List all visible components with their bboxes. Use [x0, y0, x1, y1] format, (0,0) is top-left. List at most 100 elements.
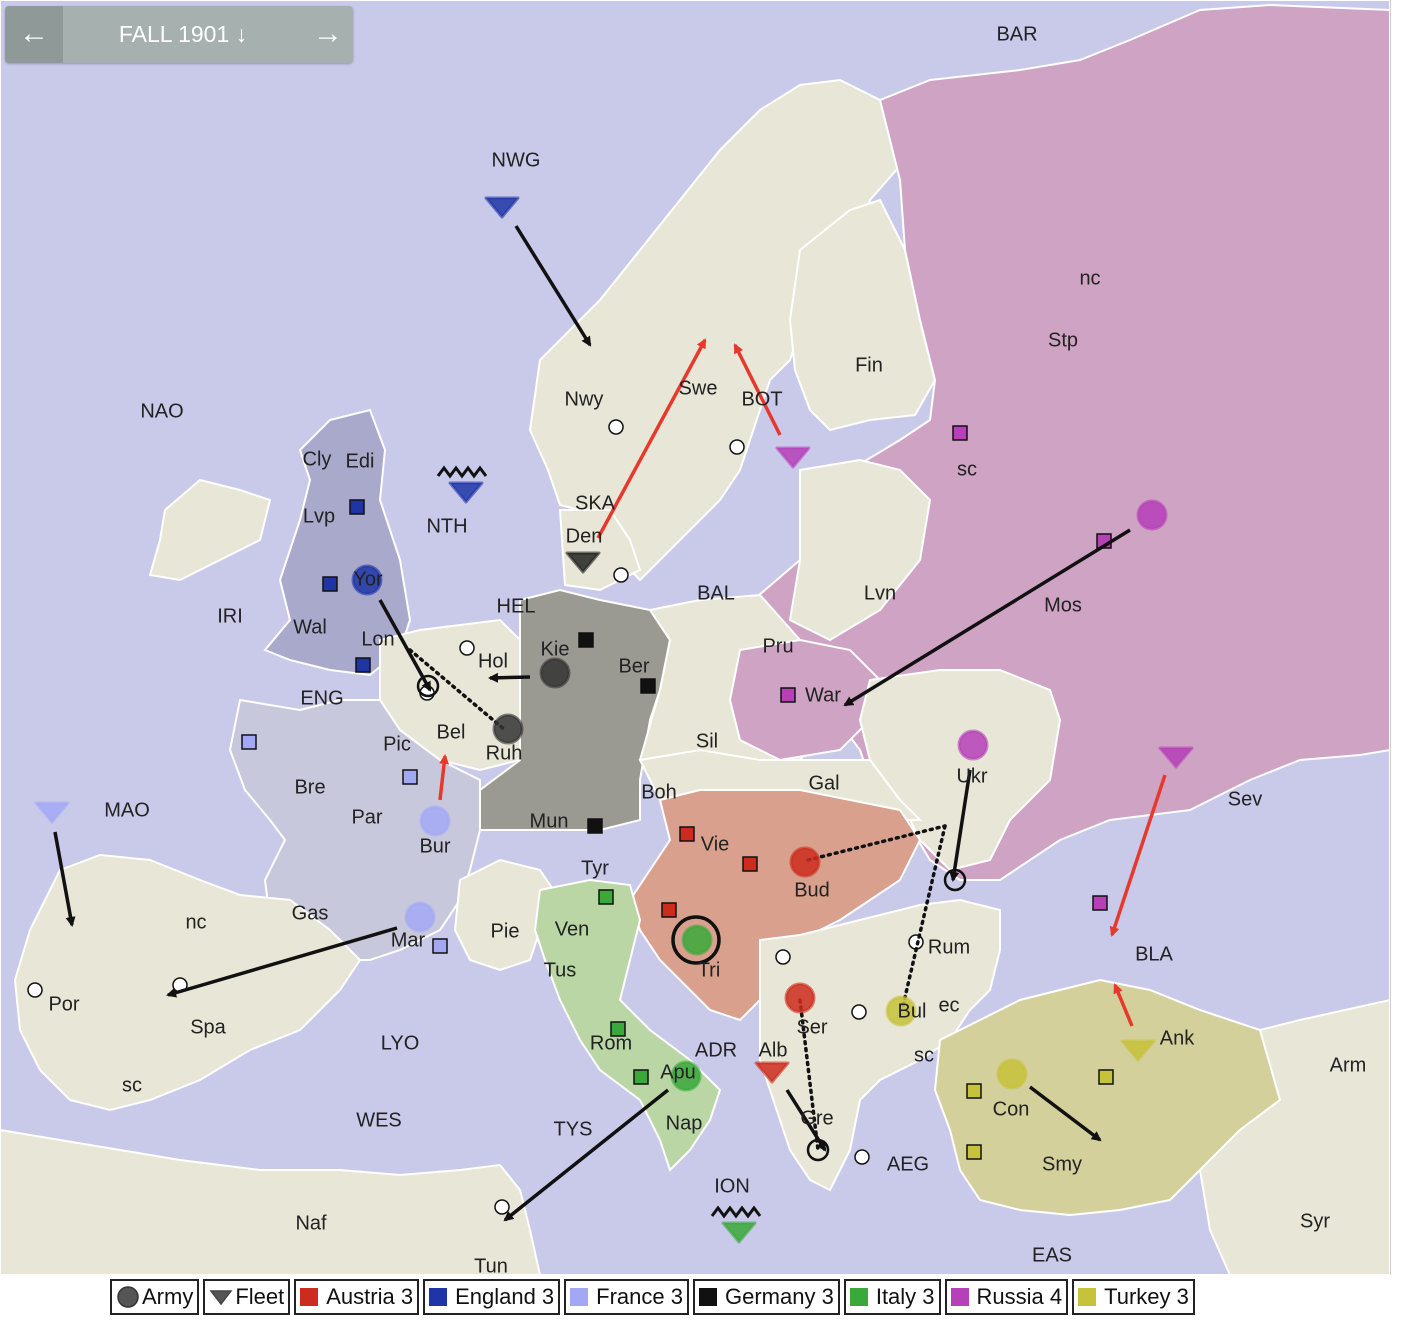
season-selector[interactable]: FALL 1901 ↓ [63, 6, 303, 63]
province-label[interactable]: Por [48, 993, 79, 1015]
province-label[interactable]: Bre [294, 776, 325, 798]
province-label[interactable]: Fin [855, 354, 883, 376]
province-label[interactable]: Lvp [303, 505, 335, 527]
army-icon [492, 713, 524, 745]
province-label[interactable]: Alb [759, 1039, 788, 1061]
province-label[interactable]: Pie [491, 920, 520, 942]
legend-swatch [950, 1288, 969, 1306]
province-label[interactable]: Boh [641, 781, 677, 803]
province-label[interactable]: Rum [928, 936, 970, 958]
province-label[interactable]: Ruh [486, 742, 523, 764]
province-label[interactable]: Wal [293, 616, 327, 638]
province-label[interactable]: BAL [697, 582, 735, 604]
province-label[interactable]: Ven [555, 918, 589, 940]
province-label[interactable]: NTH [426, 515, 467, 537]
province-label[interactable]: ADR [695, 1039, 737, 1061]
province-label[interactable]: EAS [1032, 1244, 1072, 1266]
province-label[interactable]: Tyr [581, 857, 609, 879]
prev-turn-button[interactable]: ← [5, 6, 63, 63]
province-label[interactable]: nc [1079, 267, 1100, 289]
province-label[interactable]: MAO [104, 799, 150, 821]
province-label[interactable]: Mos [1044, 594, 1082, 616]
legend-label: Germany 3 [725, 1284, 834, 1309]
province-label[interactable]: Kie [541, 638, 570, 660]
legend-label: Fleet [235, 1284, 285, 1309]
province-label[interactable]: Syr [1300, 1210, 1330, 1232]
province-label[interactable]: Bul [898, 1000, 927, 1022]
province-label[interactable]: Nwy [565, 388, 604, 410]
province-label[interactable]: Arm [1330, 1054, 1367, 1076]
province-label[interactable]: Ukr [956, 765, 987, 787]
province-label[interactable]: Bur [419, 835, 450, 857]
province-label[interactable]: Smy [1042, 1153, 1082, 1175]
province-label[interactable]: Spa [190, 1016, 226, 1038]
province-label[interactable]: sc [957, 458, 977, 480]
province-label[interactable]: sc [914, 1044, 934, 1066]
province-label[interactable]: Lon [361, 628, 394, 650]
province-label[interactable]: SKA [575, 492, 616, 514]
supply-center-owned [661, 902, 677, 918]
map-canvas[interactable]: BAR NWG NAO nc Stp Fin Nwy Swe BOT sc Cly Edi NTH SKA… [0, 0, 1390, 1275]
province-label[interactable]: Bud [794, 879, 830, 901]
province-label[interactable]: NAO [140, 400, 183, 422]
province-label[interactable]: Hol [478, 650, 508, 672]
diplomacy-map[interactable]: BAR NWG NAO nc Stp Fin Nwy Swe BOT sc Cly Edi NTH SKA… [0, 0, 1391, 1275]
province-label[interactable]: TYS [554, 1118, 593, 1140]
legend-label: Austria 3 [326, 1284, 414, 1309]
province-label[interactable]: Tun [474, 1255, 508, 1275]
province-label[interactable]: Pru [762, 635, 793, 657]
province-label[interactable]: Pic [383, 733, 411, 755]
province-label[interactable]: ec [938, 994, 959, 1016]
province-label[interactable]: Naf [295, 1212, 327, 1234]
province-label[interactable]: Edi [346, 450, 375, 472]
legend-item-army: Army [110, 1279, 200, 1315]
province-label[interactable]: Vie [701, 833, 730, 855]
province-label[interactable]: Tus [544, 959, 577, 981]
province-label[interactable]: AEG [887, 1153, 929, 1175]
province-label[interactable]: Rom [590, 1032, 632, 1054]
province-label[interactable]: Ber [618, 655, 649, 677]
province-label[interactable]: Con [993, 1098, 1030, 1120]
province-label[interactable]: Mar [391, 929, 426, 951]
legend-item-england: England 3 [423, 1279, 561, 1315]
province-label[interactable]: Par [351, 806, 382, 828]
province-label[interactable]: Ank [1160, 1027, 1195, 1049]
province-label[interactable]: IRI [217, 605, 243, 627]
province-label[interactable]: War [805, 684, 841, 706]
province-label[interactable]: Mun [530, 810, 569, 832]
province-label[interactable]: sc [122, 1074, 142, 1096]
province-label[interactable]: HEL [497, 595, 536, 617]
province-label[interactable]: Nap [666, 1112, 703, 1134]
province-label[interactable]: LYO [381, 1032, 420, 1054]
province-label[interactable]: Stp [1048, 329, 1078, 351]
province-label[interactable]: ENG [300, 687, 343, 709]
province-label[interactable]: WES [356, 1109, 402, 1131]
province-label[interactable]: Swe [679, 377, 718, 399]
supply-center-neutral [729, 439, 745, 455]
province-label[interactable]: Ser [796, 1016, 827, 1038]
province-label[interactable]: BLA [1135, 943, 1173, 965]
province-label[interactable]: Sev [1228, 788, 1262, 810]
province-label[interactable]: Lvn [864, 582, 896, 604]
province-label[interactable]: Gal [808, 772, 839, 794]
province-label[interactable]: Tri [698, 959, 721, 981]
supply-center-owned [598, 889, 614, 905]
supply-center-owned [402, 769, 418, 785]
army-icon [996, 1058, 1028, 1090]
province-label[interactable]: BAR [996, 23, 1037, 45]
province-label[interactable]: Den [566, 525, 603, 547]
province-label[interactable]: ION [714, 1175, 750, 1197]
province-label[interactable]: Cly [303, 448, 332, 470]
province-label[interactable]: Bel [437, 721, 466, 743]
province-label[interactable]: Sil [696, 730, 718, 752]
province-label[interactable]: Gas [292, 902, 329, 924]
supply-center-owned [780, 687, 796, 703]
province-label[interactable]: Apu [660, 1061, 696, 1083]
province-label[interactable]: BOT [741, 388, 782, 410]
province-label[interactable]: nc [185, 911, 206, 933]
supply-center-owned [349, 499, 365, 515]
province-label[interactable]: NWG [492, 149, 541, 171]
province-label[interactable]: Yor [353, 568, 383, 590]
province-label[interactable]: Gre [800, 1107, 833, 1129]
next-turn-button[interactable]: → [303, 6, 353, 63]
